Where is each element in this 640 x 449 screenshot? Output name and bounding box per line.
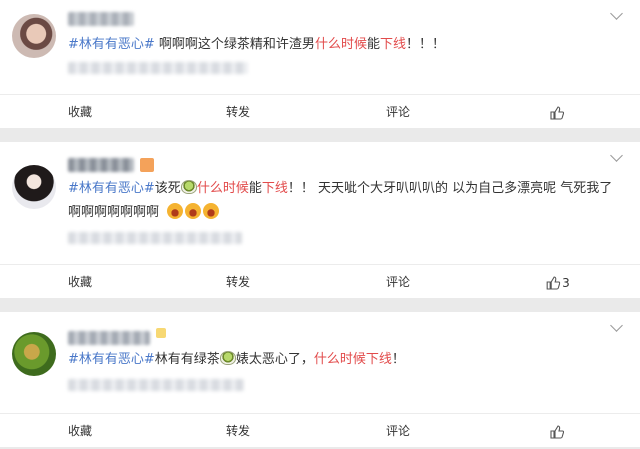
- action-bar: 收藏 转发 评论: [0, 413, 640, 447]
- like-button[interactable]: [550, 414, 566, 448]
- like-button[interactable]: 3: [546, 265, 570, 299]
- comment-text: #林有有恶心#该死 什么时候能下线！！ 天天呲个大牙叭叭叭的 以为自己多漂亮呢 气…: [68, 180, 613, 196]
- comment-card: #林有有恶心#林有有绿茶 婊太恶心了，什么时候下线！ 收藏 转发 评论: [0, 312, 640, 447]
- laughing-face-emoji: [167, 203, 184, 219]
- action-bar: 收藏 转发 评论 3: [0, 264, 640, 298]
- repost-button[interactable]: 转发: [226, 95, 250, 129]
- topic-link[interactable]: #林有有恶心#: [68, 181, 155, 196]
- chevron-down-icon[interactable]: [610, 7, 623, 20]
- avatar[interactable]: [12, 332, 56, 376]
- comment-button[interactable]: 评论: [386, 95, 410, 129]
- chevron-down-icon[interactable]: [610, 319, 623, 332]
- repost-button[interactable]: 转发: [226, 414, 250, 448]
- timestamp-blurred: [68, 232, 242, 244]
- avatar[interactable]: [12, 165, 56, 209]
- user-badge-icon: [140, 158, 154, 172]
- username-blurred[interactable]: [68, 331, 150, 345]
- comment-card: #林有有恶心#该死 什么时候能下线！！ 天天呲个大牙叭叭叭的 以为自己多漂亮呢 气…: [0, 142, 640, 298]
- comment-text: #林有有恶心#林有有绿茶 婊太恶心了，什么时候下线！: [68, 351, 405, 367]
- thumbs-up-icon: [550, 424, 564, 439]
- collect-button[interactable]: 收藏: [68, 95, 92, 129]
- topic-link[interactable]: #林有有恶心#: [68, 352, 155, 367]
- highlight-text: 什么时候: [314, 37, 367, 52]
- highlight-text: 下线: [379, 37, 406, 52]
- username-blurred[interactable]: [68, 158, 134, 172]
- avatar[interactable]: [12, 14, 56, 58]
- highlight-text: 什么时候: [196, 181, 249, 196]
- thumbs-up-icon: [550, 105, 564, 120]
- collect-button[interactable]: 收藏: [68, 414, 92, 448]
- comment-text: #林有有恶心# 啊啊啊这个绿茶精和许渣男什么时候能下线！！！: [68, 37, 445, 52]
- comment-text-line2: 啊啊啊啊啊啊啊: [68, 203, 221, 223]
- highlight-text: 什么时候下线: [313, 352, 392, 367]
- topic-link[interactable]: #林有有恶心#: [68, 37, 155, 52]
- comment-card: #林有有恶心# 啊啊啊这个绿茶精和许渣男什么时候能下线！！！ 收藏 转发 评论: [0, 0, 640, 128]
- user-badge-icon: [156, 328, 166, 338]
- comment-button[interactable]: 评论: [386, 414, 410, 448]
- laughing-face-emoji: [185, 203, 202, 219]
- chevron-down-icon[interactable]: [610, 149, 623, 162]
- collect-button[interactable]: 收藏: [68, 265, 92, 299]
- comment-button[interactable]: 评论: [386, 265, 410, 299]
- green-tea-emoji: [180, 180, 197, 194]
- like-count: 3: [562, 275, 570, 290]
- timestamp-blurred: [68, 62, 248, 74]
- action-bar: 收藏 转发 评论: [0, 94, 640, 128]
- username-blurred[interactable]: [68, 12, 134, 26]
- repost-button[interactable]: 转发: [226, 265, 250, 299]
- green-tea-emoji: [219, 351, 236, 365]
- like-button[interactable]: [550, 95, 566, 129]
- highlight-text: 下线: [261, 181, 288, 196]
- thumbs-up-icon: [546, 275, 561, 290]
- timestamp-blurred: [68, 379, 244, 391]
- laughing-face-emoji: [203, 203, 220, 219]
